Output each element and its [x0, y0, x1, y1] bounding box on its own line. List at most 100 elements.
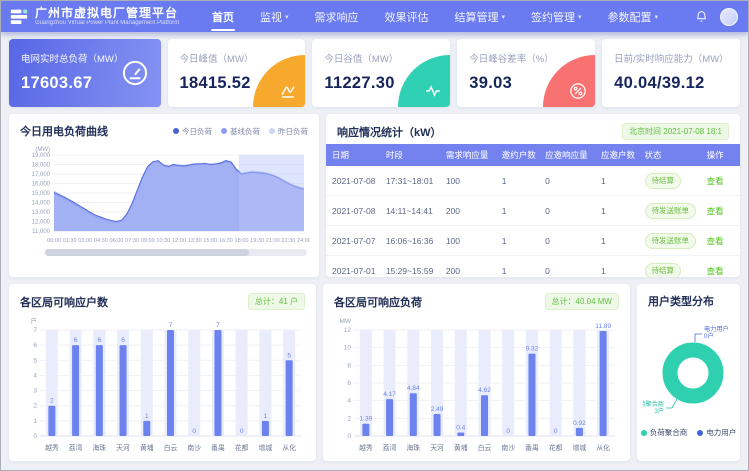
svg-text:4.17: 4.17: [383, 391, 396, 398]
avatar[interactable]: [720, 8, 738, 26]
svg-text:增城: 增城: [259, 443, 273, 452]
kpi-card-4: 日前/实时响应能力（MW）40.04/39.12: [602, 39, 740, 107]
cell-responded_amount: 0: [539, 226, 595, 256]
svg-text:0.4: 0.4: [456, 424, 465, 431]
svg-text:12,000: 12,000: [32, 220, 51, 226]
svg-text:19:30: 19:30: [250, 238, 264, 244]
status-badge: 待发送账单: [645, 203, 697, 219]
svg-text:从化: 从化: [282, 443, 296, 452]
legend-item-1[interactable]: 基线负荷: [221, 126, 260, 137]
svg-text:白云: 白云: [164, 443, 178, 452]
nav-item-label: 参数配置: [608, 9, 652, 25]
svg-text:负荷聚合商: 负荷聚合商: [643, 400, 664, 408]
svg-text:电力用户: 电力用户: [704, 325, 729, 333]
svg-text:2: 2: [50, 398, 54, 405]
column-header-6: 状态: [639, 144, 701, 166]
beijing-time-badge: 北京时间 2021-07-08 18:1: [622, 123, 729, 140]
svg-text:4.84: 4.84: [407, 385, 420, 392]
svg-text:南沙: 南沙: [501, 443, 515, 452]
load-curve-title: 今日用电负荷曲线: [20, 123, 108, 139]
view-link[interactable]: 查看: [707, 176, 724, 186]
nav-item-0[interactable]: 首页: [199, 1, 247, 32]
view-link[interactable]: 查看: [707, 236, 724, 246]
svg-text:6: 6: [33, 342, 37, 349]
responsive-households-panel: 各区局可响应户数 总计：41 户 户012345672越秀6荔湾6海珠6天河1黄…: [9, 284, 316, 461]
cell-date: 2021-07-08: [326, 166, 380, 196]
svg-text:06:00: 06:00: [110, 238, 124, 244]
cell-responded_amount: 0: [539, 196, 595, 226]
svg-text:7: 7: [33, 327, 37, 334]
legend-item-2[interactable]: 昨日负荷: [269, 126, 308, 137]
svg-text:00:00: 00:00: [47, 238, 61, 244]
svg-text:11.89: 11.89: [595, 323, 611, 330]
legend-dot: [641, 430, 647, 436]
responsive-load-title: 各区局可响应负荷: [334, 294, 422, 310]
nav-item-5[interactable]: 签约管理▾: [518, 1, 595, 32]
svg-text:15:00: 15:00: [203, 238, 217, 244]
responsive-households-title: 各区局可响应户数: [20, 294, 108, 310]
notification-icon[interactable]: [695, 10, 708, 23]
view-link[interactable]: 查看: [707, 266, 724, 276]
nav-item-label: 首页: [212, 9, 234, 25]
nav-item-2[interactable]: 需求响应: [302, 1, 372, 32]
svg-text:0: 0: [240, 428, 244, 435]
table-row: 2021-07-0817:31~18:01100101待结算查看: [326, 166, 740, 196]
svg-text:0: 0: [506, 428, 510, 435]
user-type-title: 用户类型分布: [648, 293, 714, 309]
cell-responded_amount: 0: [539, 166, 595, 196]
nav-item-label: 监视: [260, 9, 282, 25]
svg-text:6: 6: [74, 337, 78, 344]
svg-text:荔湾: 荔湾: [69, 443, 83, 452]
svg-text:番禺: 番禺: [525, 444, 539, 452]
svg-text:11,000: 11,000: [32, 229, 51, 235]
chevron-down-icon: ▾: [502, 13, 506, 21]
svg-text:天河: 天河: [430, 444, 444, 452]
svg-text:16,000: 16,000: [32, 182, 51, 188]
nav-item-1[interactable]: 监视▾: [247, 1, 302, 32]
legend-label: 电力用户: [706, 427, 736, 438]
responsive-load-panel: 各区局可响应负荷 总计：40.04 MW MW0246810121.39越秀4.…: [323, 284, 630, 461]
svg-text:14,000: 14,000: [32, 201, 51, 207]
chart-zoom-slider[interactable]: [45, 249, 307, 256]
households-bar-chart: 户012345672越秀6荔湾6海珠6天河1黄埔7白云0南沙7番禺0花都1增城5…: [18, 314, 307, 460]
donut-legend-item-0[interactable]: 负荷聚合商: [641, 427, 688, 438]
cell-demand: 200: [440, 196, 496, 226]
column-header-1: 时段: [380, 144, 440, 166]
svg-text:17,000: 17,000: [32, 172, 51, 178]
svg-text:1.39: 1.39: [360, 416, 373, 423]
svg-text:6: 6: [347, 380, 351, 387]
response-table: 日期时段需求响应量邀约户数应邀响应量应邀户数状态操作 2021-07-0817:…: [326, 144, 740, 277]
svg-text:21:00: 21:00: [266, 238, 280, 244]
cell-period: 15:29~15:59: [380, 256, 440, 278]
svg-text:18,000: 18,000: [32, 163, 51, 169]
svg-text:01:30: 01:30: [63, 238, 77, 244]
svg-text:9.32: 9.32: [526, 346, 539, 353]
svg-text:07:30: 07:30: [125, 238, 139, 244]
load-curve-chart: (MW)11,00012,00013,00014,00015,00016,000…: [18, 143, 310, 247]
legend-label: 负荷聚合商: [650, 427, 688, 438]
nav-item-3[interactable]: 效果评估: [372, 1, 442, 32]
svg-text:黄埔: 黄埔: [454, 443, 468, 452]
nav-item-6[interactable]: 参数配置▾: [595, 1, 672, 32]
kpi-card-2: 今日谷值（MW）11227.30: [312, 39, 450, 107]
top-nav: 广州市虚拟电厂管理平台 Guangzhou Virtual Power Plan…: [1, 1, 748, 32]
svg-text:越秀: 越秀: [45, 443, 59, 452]
table-row: 2021-07-0115:29~15:59200101待结算查看: [326, 256, 740, 278]
response-stats-panel: 响应情况统计（kW） 北京时间 2021-07-08 18:1 日期时段需求响应…: [326, 114, 740, 277]
svg-text:7: 7: [216, 322, 220, 329]
svg-text:5: 5: [287, 352, 291, 359]
load-total-badge: 总计：40.04 MW: [545, 293, 619, 310]
column-header-0: 日期: [326, 144, 380, 166]
svg-text:10: 10: [344, 345, 352, 352]
legend-dot: [697, 430, 703, 436]
nav-item-4[interactable]: 结算管理▾: [442, 1, 519, 32]
donut-legend-item-1[interactable]: 电力用户: [697, 427, 736, 438]
svg-text:2: 2: [347, 415, 351, 422]
cell-responded_users: 1: [595, 256, 638, 278]
view-link[interactable]: 查看: [707, 206, 724, 216]
legend-item-0[interactable]: 今日负荷: [173, 126, 212, 137]
svg-text:03:00: 03:00: [78, 238, 92, 244]
svg-text:花都: 花都: [235, 443, 249, 452]
table-row: 2021-07-0814:11~14:41200101待发送账单查看: [326, 196, 740, 226]
chart-zoom-window[interactable]: [45, 249, 249, 256]
